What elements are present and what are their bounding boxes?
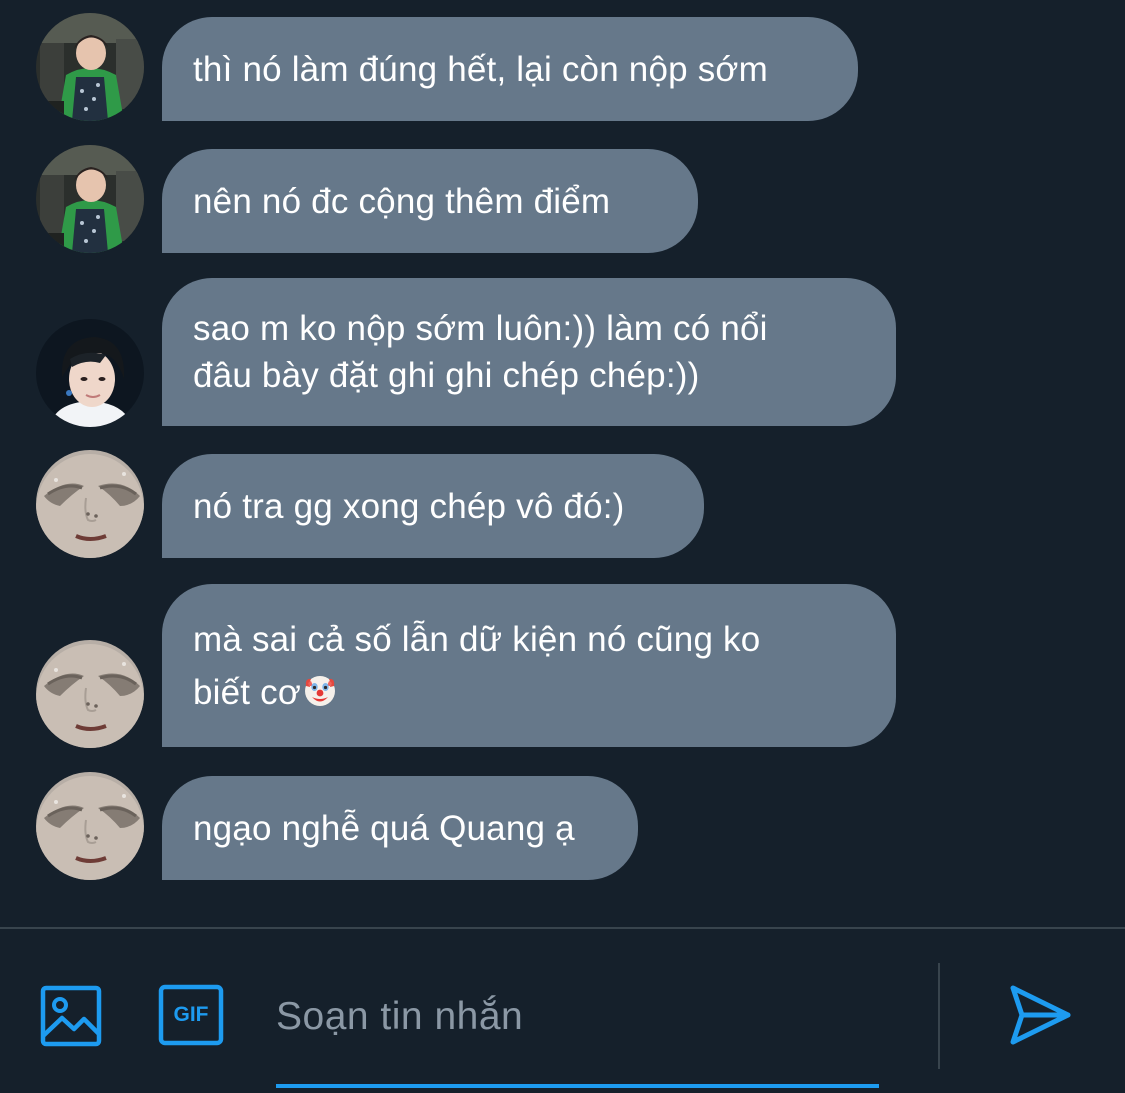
message-text: sao m ko nộp sớm luôn:)) làm có nổi	[193, 309, 768, 348]
image-icon[interactable]	[40, 985, 102, 1047]
avatar-dark-hair	[36, 319, 144, 427]
message-text: ngạo nghễ quá Quang ạ	[193, 808, 575, 848]
sender-avatar[interactable]	[36, 319, 144, 427]
gif-label: GIF	[173, 1003, 209, 1026]
message-composer: GIF	[0, 929, 1125, 1093]
send-icon[interactable]	[1009, 983, 1073, 1047]
sender-avatar[interactable]	[36, 640, 144, 748]
message-text-line: biết cơ	[193, 666, 865, 719]
message-input[interactable]	[276, 989, 876, 1045]
message-bubble[interactable]: nên nó đc cộng thêm điểm	[162, 149, 698, 253]
message-text: thì nó làm đúng hết, lại còn nộp sớm	[193, 49, 768, 89]
message-bubble[interactable]: nó tra gg xong chép vô đó:)	[162, 454, 704, 558]
message-text: đâu bày đặt ghi ghi chép chép:))	[193, 356, 700, 395]
message-text: nó tra gg xong chép vô đó:)	[193, 486, 625, 526]
composer-separator	[938, 963, 940, 1069]
message-text: mà sai cả số lẫn dữ kiện nó cũng ko	[193, 619, 761, 659]
gif-button[interactable]: GIF	[158, 984, 224, 1046]
message-input-field[interactable]	[276, 979, 880, 1088]
message-bubble[interactable]: sao m ko nộp sớm luôn:)) làm có nổi đâu …	[162, 278, 896, 426]
sender-avatar[interactable]	[36, 450, 144, 558]
clown-face-icon	[305, 675, 336, 706]
avatar-green-jacket	[36, 13, 144, 121]
sender-avatar[interactable]	[36, 13, 144, 121]
avatar-face-closeup	[36, 450, 144, 558]
message-text: nên nó đc cộng thêm điểm	[193, 181, 611, 221]
input-focus-underline	[276, 1084, 879, 1088]
message-text: biết cơ	[193, 672, 302, 712]
sender-avatar[interactable]	[36, 772, 144, 880]
avatar-green-jacket	[36, 145, 144, 253]
avatar-face-closeup	[36, 772, 144, 880]
message-bubble[interactable]: thì nó làm đúng hết, lại còn nộp sớm	[162, 17, 858, 121]
message-bubble[interactable]: mà sai cả số lẫn dữ kiện nó cũng ko biết…	[162, 584, 896, 747]
avatar-face-closeup	[36, 640, 144, 748]
sender-avatar[interactable]	[36, 145, 144, 253]
message-bubble[interactable]: ngạo nghễ quá Quang ạ	[162, 776, 638, 880]
